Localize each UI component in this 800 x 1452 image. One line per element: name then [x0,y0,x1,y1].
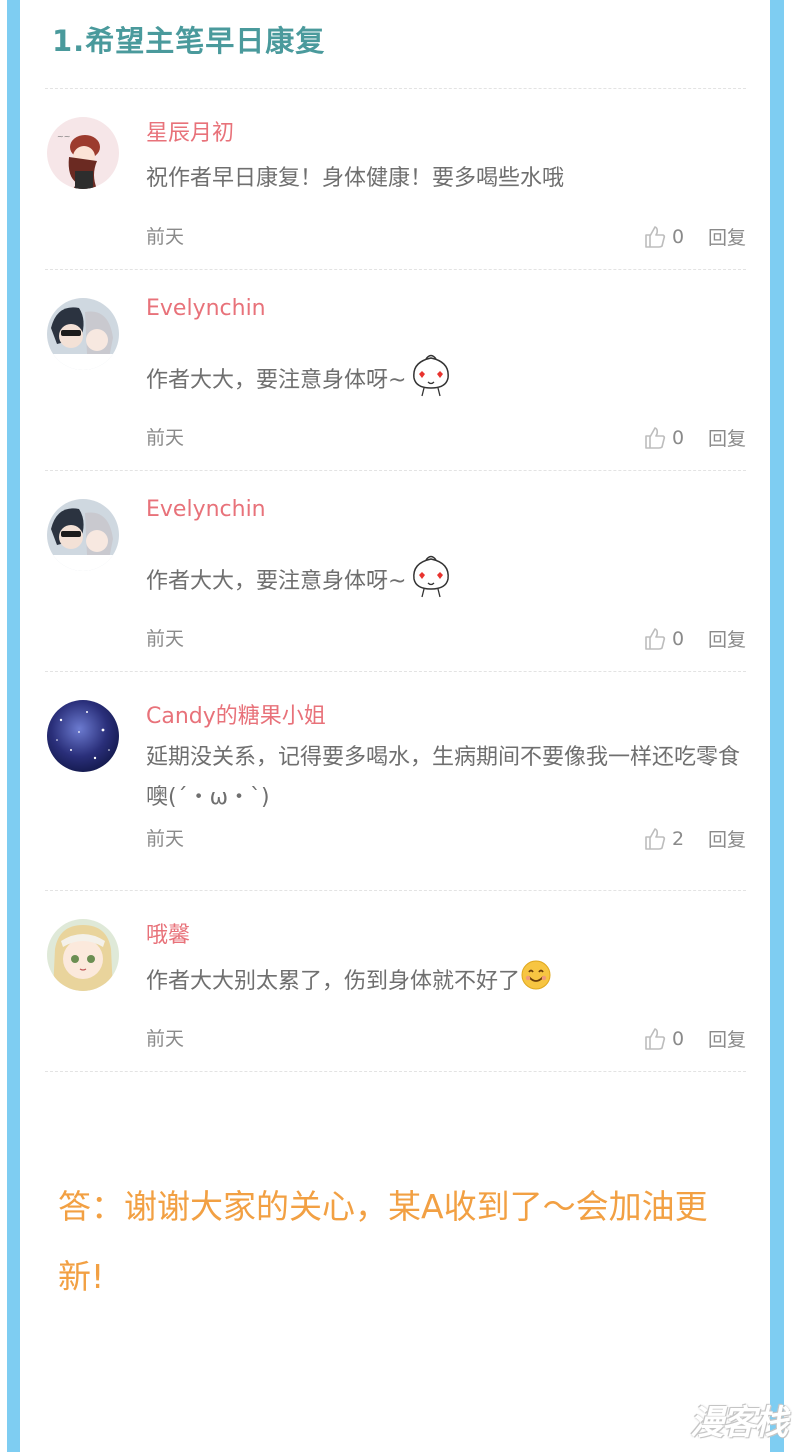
comment-item: Candy的糖果小姐 延期没关系，记得要多喝水，生病期间不要像我一样还吃零食噢(… [45,672,746,890]
like-button[interactable]: 2 [644,827,686,851]
comment-item: Evelynchin 作者大大，要注意身体呀~ 前天 0 回复 [45,471,746,671]
comment-actions: 0 回复 [644,424,746,451]
like-count: 0 [671,225,685,248]
comment-username[interactable]: 哦馨 [146,917,190,949]
like-count: 0 [671,426,685,449]
like-count: 0 [671,627,685,650]
right-page-margin [784,0,800,1452]
comment-text: 作者大大，要注意身体呀~ [146,549,746,615]
like-count: 2 [671,827,685,850]
like-button[interactable]: 0 [644,225,686,249]
comment-text: 祝作者早日康复！身体健康！要多喝些水哦 [146,159,746,199]
reply-button[interactable]: 回复 [708,625,746,652]
comment-username[interactable]: Candy的糖果小姐 [146,698,326,730]
couple-avatar-icon[interactable] [47,298,119,370]
thumbs-up-icon [645,1027,666,1050]
comment-text-content: 祝作者早日康复！身体健康！要多喝些水哦 [146,166,565,191]
comment-item: 哦馨 作者大大别太累了，伤到身体就不好了 前天 0 回复 [45,891,746,1071]
comment-time: 前天 [146,427,185,449]
comment-text-content: 作者大大，要注意身体呀~ [146,569,407,594]
comment-actions: 0 回复 [644,1025,746,1052]
like-button[interactable]: 0 [644,1027,686,1051]
answer-text: 谢谢大家的关心，某A收到了～会加油更新! [58,1187,708,1296]
anime-girl-avatar-icon[interactable] [47,919,119,991]
comment-actions: 0 回复 [644,625,746,652]
divider [45,1071,746,1072]
comment-item: Evelynchin 作者大大，要注意身体呀~ 前天 0 回复 [45,270,746,470]
bun-heart-eyes-emoji [406,549,456,615]
comment-text: 作者大大别太累了，伤到身体就不好了 [146,959,746,1005]
comment-text: 作者大大，要注意身体呀~ [146,348,746,414]
girl-avatar-icon[interactable]: ~~ [47,117,119,189]
right-frame-border [770,0,784,1452]
svg-text:~~: ~~ [57,132,70,141]
left-frame-border [7,0,20,1452]
comment-item: ~~ 星辰月初 祝作者早日康复！身体健康！要多喝些水哦 前天 0 回复 [45,89,746,269]
comment-time: 前天 [146,828,185,850]
comment-actions: 2 回复 [644,825,746,852]
site-watermark-logo: 漫客栈 [690,1403,788,1443]
reply-button[interactable]: 回复 [708,223,746,250]
bun-heart-eyes-emoji [406,348,456,414]
comment-text-content: 作者大大，要注意身体呀~ [146,368,407,393]
answer-prefix: 答： [58,1187,124,1226]
section-title: 1.希望主笔早日康复 [52,24,326,58]
like-button[interactable]: 0 [644,627,686,651]
thumbs-up-icon [645,225,666,248]
galaxy-avatar-icon[interactable] [47,700,119,772]
comment-username[interactable]: Evelynchin [146,296,266,321]
comment-text-content: 延期没关系，记得要多喝水，生病期间不要像我一样还吃零食噢(´・ω・`) [146,745,741,810]
comment-time: 前天 [146,226,185,248]
like-button[interactable]: 0 [644,426,686,450]
comment-text: 延期没关系，记得要多喝水，生病期间不要像我一样还吃零食噢(´・ω・`) [146,738,746,818]
thumbs-up-icon [645,827,666,850]
smiley-emoji [520,959,552,1005]
reply-button[interactable]: 回复 [708,825,746,852]
couple-avatar-icon[interactable] [47,499,119,571]
comment-username[interactable]: Evelynchin [146,497,266,522]
like-count: 0 [671,1027,685,1050]
comment-actions: 0 回复 [644,223,746,250]
author-answer: 答：谢谢大家的关心，某A收到了～会加油更新! [58,1172,738,1312]
reply-button[interactable]: 回复 [708,424,746,451]
comment-list: ~~ 星辰月初 祝作者早日康复！身体健康！要多喝些水哦 前天 0 回复 Evel… [45,88,746,1072]
comment-time: 前天 [146,628,185,650]
thumbs-up-icon [645,627,666,650]
thumbs-up-icon [645,426,666,449]
reply-button[interactable]: 回复 [708,1025,746,1052]
comment-text-content: 作者大大别太累了，伤到身体就不好了 [146,969,521,994]
comment-time: 前天 [146,1028,185,1050]
comment-username[interactable]: 星辰月初 [146,115,234,147]
